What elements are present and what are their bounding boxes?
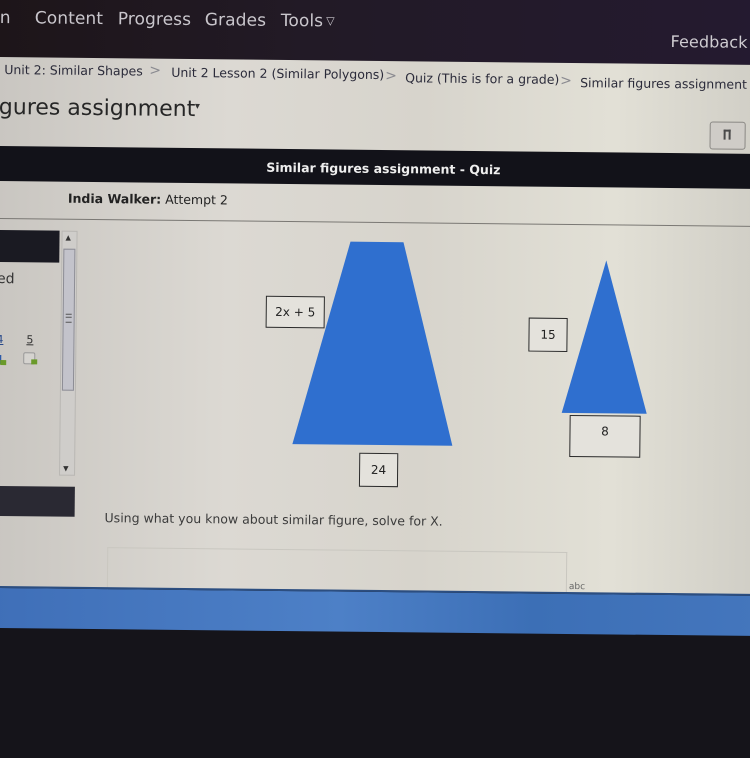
tools-label: Tools: [280, 10, 324, 32]
nav-item-grades[interactable]: Grades: [205, 10, 267, 31]
trapezoid-side-label: 2x + 5: [265, 295, 325, 329]
nav-item-partial[interactable]: n: [0, 8, 11, 28]
screen: n Content Progress Grades Tools ▽ Feedbac…: [0, 0, 750, 758]
chevron-down-icon: ▽: [326, 14, 335, 28]
triangle-base-label: 8: [569, 414, 641, 458]
trapezoid-base-label: 24: [358, 452, 399, 488]
footer-bar: [0, 585, 750, 637]
trapezoid-shape: [292, 241, 453, 446]
page-content: Unit 2: Similar Shapes > Unit 2 Lesson 2…: [0, 56, 750, 596]
triangle-shape: [561, 260, 647, 414]
nav-item-content[interactable]: Content: [35, 8, 104, 29]
top-navigation: n Content Progress Grades Tools ▽ Feedbac…: [0, 0, 750, 66]
feedback-link[interactable]: Feedback: [671, 32, 748, 52]
nav-item-tools[interactable]: Tools ▽: [281, 11, 335, 32]
nav-item-progress[interactable]: Progress: [118, 9, 192, 30]
spellcheck-button[interactable]: abc: [569, 582, 585, 592]
triangle-side-label: 15: [528, 317, 568, 352]
